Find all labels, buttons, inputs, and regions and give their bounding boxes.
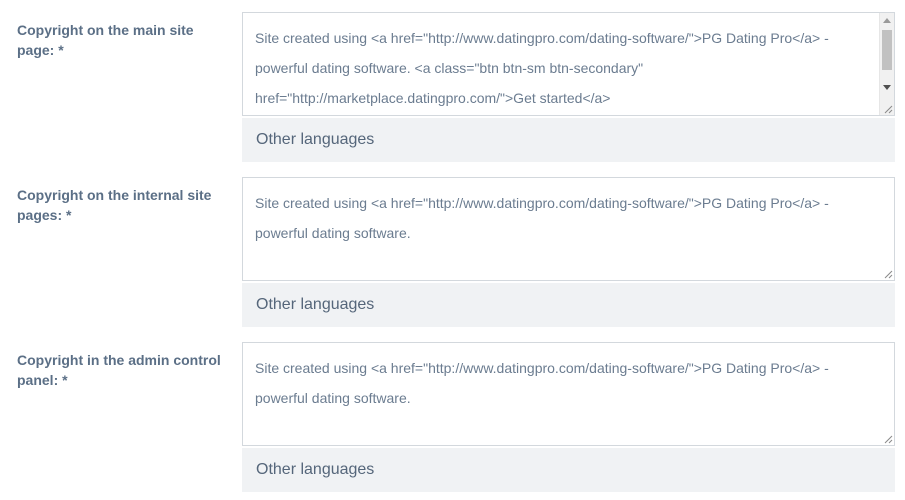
copyright-internal-pages-field: Site created using <a href="http://www.d… bbox=[242, 177, 895, 327]
other-languages-toggle[interactable]: Other languages bbox=[242, 448, 895, 492]
other-languages-toggle[interactable]: Other languages bbox=[242, 118, 895, 162]
copyright-main-site-text: Site created using <a href="http://www.d… bbox=[255, 30, 829, 106]
copyright-admin-panel-label: Copyright in the admin control panel: * bbox=[17, 352, 221, 388]
scroll-up-arrow-icon[interactable] bbox=[883, 18, 891, 23]
resize-grip-icon[interactable] bbox=[883, 434, 893, 444]
copyright-main-site-field: Site created using <a href="http://www.d… bbox=[242, 12, 895, 162]
copyright-admin-panel-field: Site created using <a href="http://www.d… bbox=[242, 342, 895, 492]
copyright-internal-pages-textarea[interactable]: Site created using <a href="http://www.d… bbox=[242, 177, 895, 281]
textarea-scrollbar[interactable] bbox=[879, 13, 894, 115]
copyright-admin-panel-text: Site created using <a href="http://www.d… bbox=[255, 360, 829, 406]
copyright-main-site-textarea[interactable]: Site created using <a href="http://www.d… bbox=[242, 12, 895, 116]
copyright-internal-pages-text: Site created using <a href="http://www.d… bbox=[255, 195, 829, 241]
copyright-internal-pages-label: Copyright on the internal site pages: * bbox=[17, 187, 212, 223]
scroll-thumb[interactable] bbox=[882, 30, 892, 70]
copyright-settings-form: Copyright on the main site page: * Site … bbox=[0, 0, 905, 500]
other-languages-toggle[interactable]: Other languages bbox=[242, 283, 895, 327]
resize-grip-icon[interactable] bbox=[883, 269, 893, 279]
scroll-down-arrow-icon[interactable] bbox=[883, 85, 891, 90]
copyright-main-site-label: Copyright on the main site page: * bbox=[17, 22, 194, 58]
resize-grip-icon[interactable] bbox=[883, 104, 893, 114]
copyright-admin-panel-textarea[interactable]: Site created using <a href="http://www.d… bbox=[242, 342, 895, 446]
